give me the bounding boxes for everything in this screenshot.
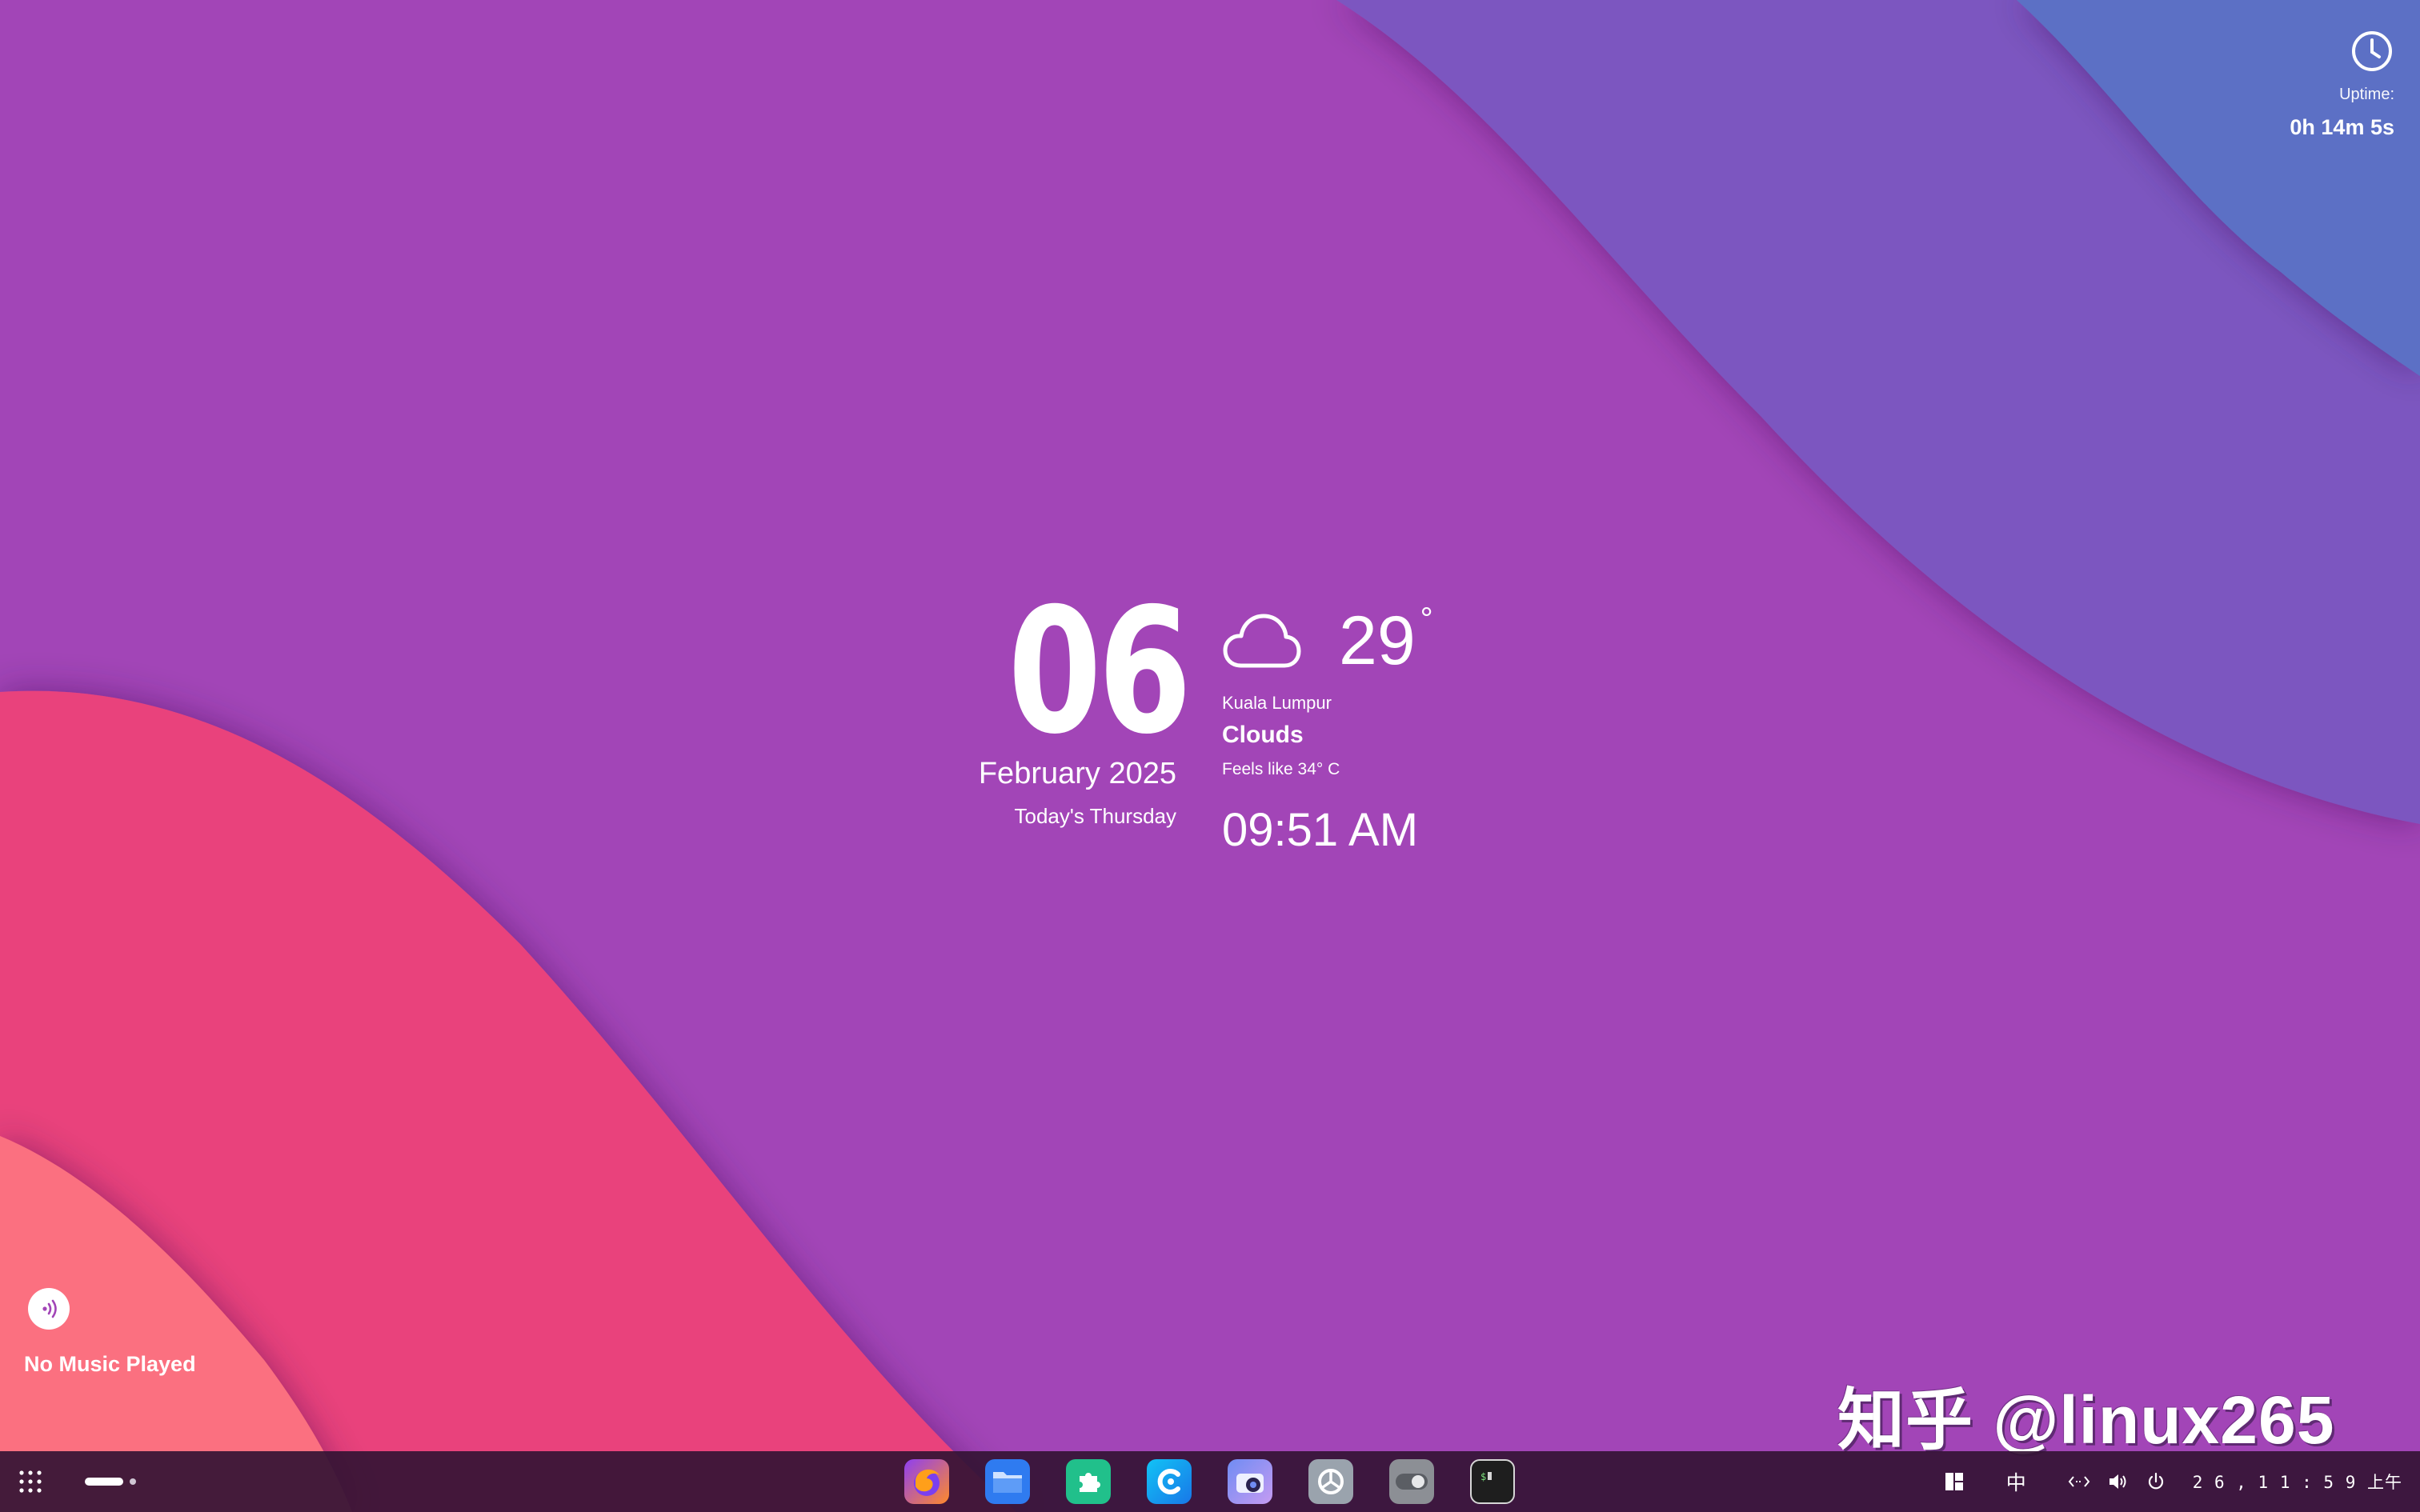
- dock-app-terminal[interactable]: $: [1470, 1459, 1515, 1504]
- toggle-icon: [1396, 1474, 1428, 1490]
- dock: $: [904, 1459, 1515, 1504]
- volume-button[interactable]: [2108, 1472, 2129, 1491]
- weekday-text: Today's Thursday: [1014, 804, 1176, 828]
- input-method-indicator[interactable]: 中: [2006, 1467, 2026, 1496]
- dock-app-extensions[interactable]: [1066, 1459, 1111, 1504]
- cloud-icon: [1223, 614, 1301, 668]
- uptime-value: 0h 14m 5s: [2290, 115, 2394, 139]
- dock-app-settings[interactable]: [1308, 1459, 1353, 1504]
- folder-icon: [993, 1472, 1022, 1493]
- taskbar-clock[interactable]: 2 6 , 1 1 : 5 9 上午: [2193, 1470, 2402, 1494]
- uptime-widget: Uptime: 0h 14m 5s: [2218, 29, 2394, 140]
- dock-app-screenshot[interactable]: [1228, 1459, 1272, 1504]
- desktop-wallpaper: [0, 0, 2420, 1512]
- settings-icon: [1318, 1469, 1344, 1494]
- camera-icon: [1236, 1474, 1264, 1493]
- music-title: No Music Played: [24, 1352, 196, 1376]
- network-icon: [2068, 1476, 2090, 1487]
- dock-app-files[interactable]: [985, 1459, 1030, 1504]
- current-time: 09:51 AM: [1222, 804, 1419, 856]
- watermark-text: 知乎 @linux265: [1837, 1382, 2335, 1458]
- network-button[interactable]: [2068, 1474, 2090, 1490]
- c-logo-icon: [1157, 1469, 1180, 1494]
- music-widget: No Music Played: [24, 1288, 196, 1377]
- uptime-label: Uptime:: [2339, 86, 2394, 103]
- grid-icon[interactable]: [18, 1469, 43, 1494]
- workspace-indicator[interactable]: [85, 1478, 136, 1486]
- weather-city: Kuala Lumpur: [1222, 693, 1332, 713]
- weather-widget: 29 ° Kuala Lumpur Clouds Feels like 34° C…: [1222, 602, 1542, 857]
- power-button[interactable]: [2146, 1472, 2166, 1491]
- degree-symbol: °: [1420, 602, 1433, 637]
- day-number: 06: [1008, 571, 1192, 772]
- svg-text:$: $: [1480, 1471, 1486, 1482]
- workspace-active[interactable]: [85, 1478, 123, 1486]
- power-icon: [2148, 1472, 2163, 1490]
- firefox-icon: [914, 1469, 940, 1496]
- music-play-button[interactable]: [28, 1288, 70, 1330]
- audio-wave-icon: [42, 1299, 57, 1318]
- dock-app-tweaks[interactable]: [1389, 1459, 1434, 1504]
- temperature: 29 °: [1339, 602, 1433, 679]
- dock-app-firefox[interactable]: [904, 1459, 949, 1504]
- terminal-icon: $: [1480, 1471, 1492, 1482]
- system-tray: 中 2 6 , 1 1 : 5 9 上午: [1944, 1451, 2420, 1512]
- date-widget: 06 February 2025 Today's Thursday: [960, 571, 1192, 829]
- weather-condition: Clouds: [1222, 722, 1304, 748]
- taskbar: $ 中 2 6 , 1 1: 5 9 上午: [0, 1451, 2420, 1512]
- dock-app-browser-c[interactable]: [1147, 1459, 1192, 1504]
- workspace-dot[interactable]: [130, 1478, 136, 1485]
- puzzle-icon: [1080, 1473, 1100, 1492]
- layout-button[interactable]: [1944, 1471, 1965, 1492]
- temperature-value: 29: [1339, 602, 1416, 679]
- weather-feels-like: Feels like 34° C: [1222, 760, 1340, 778]
- clock-icon: [2352, 31, 2392, 71]
- volume-icon: [2109, 1474, 2126, 1489]
- layout-icon: [1945, 1473, 1963, 1490]
